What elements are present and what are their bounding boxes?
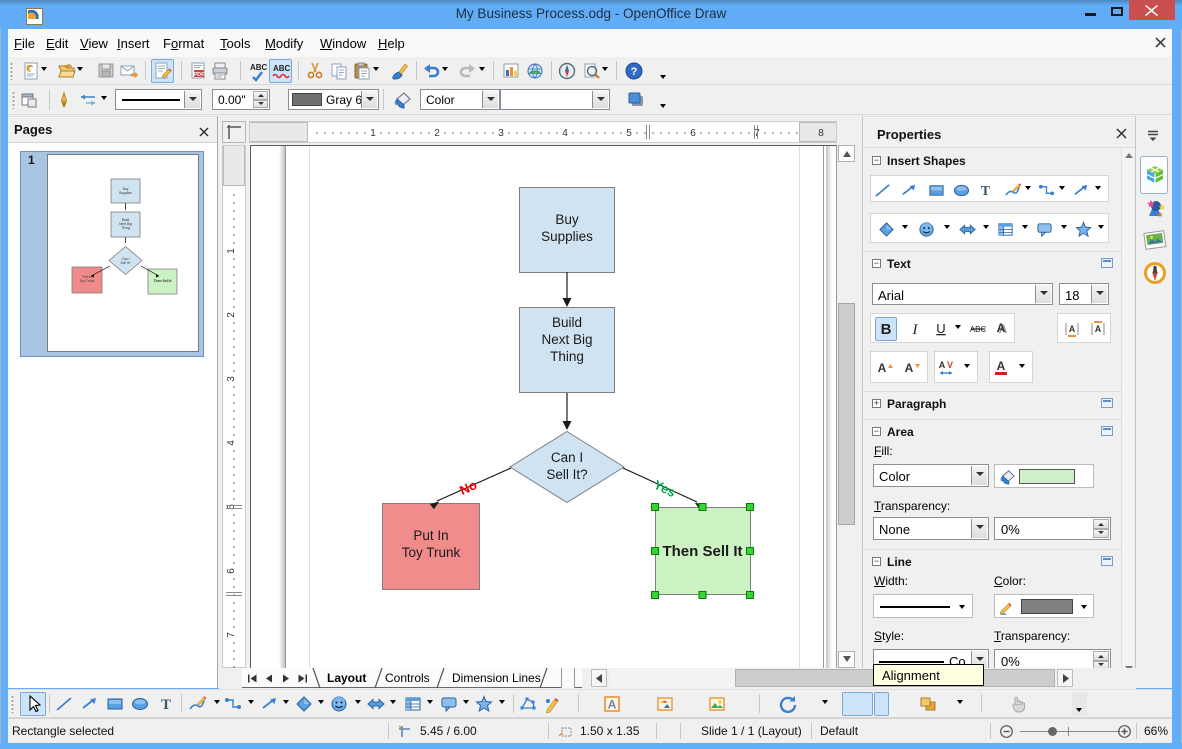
svg-text:Put In: Put In [413, 528, 448, 543]
svg-text:Toy Trunk: Toy Trunk [402, 545, 461, 560]
svg-text:T: T [980, 183, 990, 199]
svg-text:?: ? [631, 66, 638, 78]
svg-text:6: 6 [226, 568, 237, 574]
svg-text:A: A [1095, 324, 1102, 334]
svg-text:PDF: PDF [194, 72, 206, 78]
svg-text:ABC: ABC [273, 64, 291, 73]
svg-text:Sell It?: Sell It? [120, 261, 130, 265]
svg-text:Build: Build [552, 315, 582, 330]
svg-text:6: 6 [690, 128, 696, 139]
svg-text:Then Sell It: Then Sell It [662, 543, 742, 560]
svg-text:A: A [1069, 324, 1076, 334]
svg-text:A: A [878, 361, 887, 375]
svg-text:Buy: Buy [555, 212, 579, 227]
svg-text:T: T [161, 697, 171, 713]
svg-text:Yes: Yes [651, 477, 678, 500]
svg-text:Then Sell It: Then Sell It [153, 279, 172, 283]
svg-text:No: No [457, 477, 479, 498]
svg-text:A: A [997, 321, 1006, 335]
svg-text:ABC: ABC [250, 63, 268, 72]
svg-text:A: A [997, 359, 1006, 373]
svg-text:Next Big: Next Big [541, 332, 592, 347]
svg-text:B: B [881, 321, 892, 338]
svg-text:4: 4 [562, 128, 568, 139]
svg-text:Thing: Thing [550, 349, 584, 364]
svg-text:Can I: Can I [551, 450, 583, 465]
svg-text:Toy Trunk: Toy Trunk [80, 279, 95, 283]
svg-text:1: 1 [370, 128, 376, 139]
svg-text:A: A [905, 361, 914, 375]
svg-text:V: V [947, 360, 953, 370]
svg-text:3: 3 [498, 128, 504, 139]
svg-text:N: N [1153, 266, 1157, 272]
svg-text:7: 7 [226, 632, 237, 638]
svg-text:5: 5 [626, 128, 632, 139]
svg-text:Sell It?: Sell It? [546, 467, 587, 482]
svg-text:A: A [608, 698, 617, 712]
svg-text:Supplies: Supplies [541, 229, 593, 244]
svg-text:2: 2 [226, 312, 237, 318]
svg-text:I: I [912, 322, 919, 338]
svg-text:2: 2 [434, 128, 440, 139]
svg-text:3: 3 [226, 376, 237, 382]
svg-text:Supplies: Supplies [119, 191, 132, 195]
svg-text:Thing: Thing [121, 226, 130, 230]
svg-text:A: A [939, 360, 946, 370]
svg-text:U: U [936, 321, 945, 336]
svg-text:8: 8 [818, 128, 824, 139]
svg-text:4: 4 [226, 440, 237, 446]
svg-text:1: 1 [226, 248, 237, 254]
